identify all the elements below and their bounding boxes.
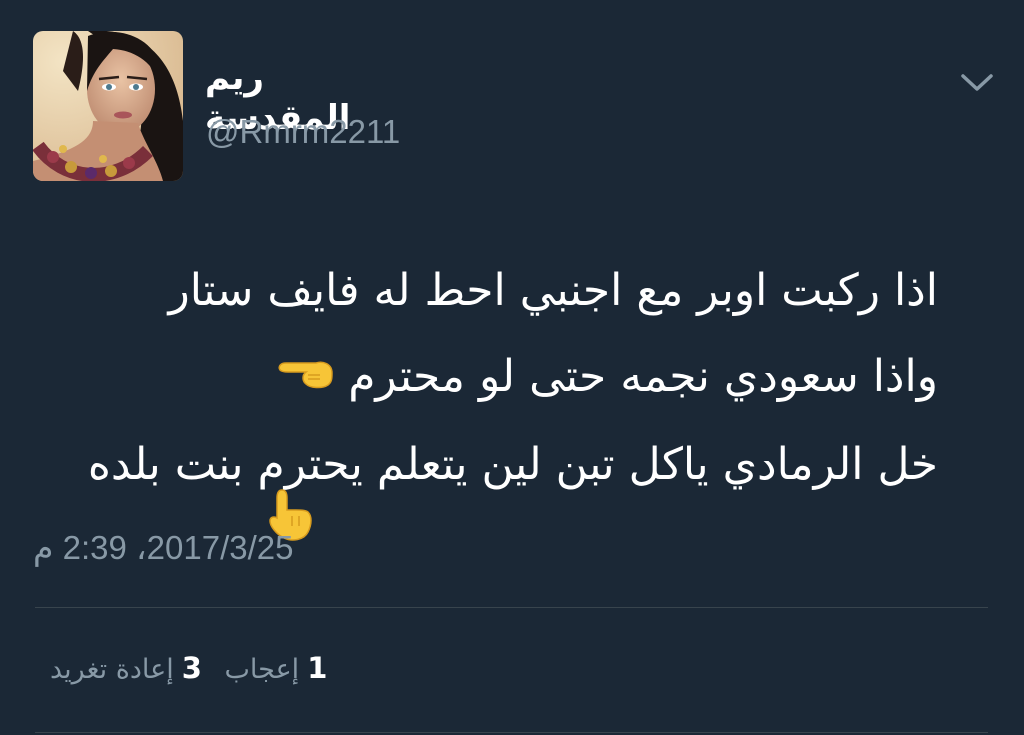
user-handle[interactable]: @Rmrm2211: [206, 112, 400, 152]
tweet-timestamp[interactable]: 2017/3/25، 2:39 م: [33, 528, 293, 568]
divider: [35, 732, 988, 733]
likes-label: إعجاب: [224, 654, 300, 685]
divider: [35, 607, 988, 608]
tweet-stats: 1إعجاب 3إعادة تغريد: [36, 648, 327, 690]
tweet-text-line: واذا سعودي نجمه حتى لو محترم: [348, 351, 938, 402]
tweet-card: ريم المقدسة @Rmrm2211 اذا ركبت اوبر مع ا…: [0, 0, 1024, 735]
retweets-stat[interactable]: 3إعادة تغريد: [50, 648, 202, 690]
pointing-left-hand-icon: [276, 336, 334, 422]
tweet-text-line: اذا ركبت اوبر مع اجنبي احط له فايف ستار: [168, 265, 938, 316]
tweet-text-line: خل الرمادي ياكل تبن لين يتعلم يحترم بنت …: [87, 439, 938, 490]
likes-stat[interactable]: 1إعجاب: [225, 648, 328, 690]
retweets-count: 3: [181, 651, 202, 685]
avatar[interactable]: [33, 31, 183, 181]
likes-count: 1: [307, 651, 328, 685]
retweets-label: إعادة تغريد: [50, 654, 174, 685]
avatar-image: [33, 31, 183, 181]
tweet-text: اذا ركبت اوبر مع اجنبي احط له فايف ستار …: [38, 248, 938, 508]
tweet-text-line-with-emoji: واذا سعودي نجمه حتى لو محترم: [38, 334, 938, 422]
chevron-down-icon[interactable]: [955, 65, 999, 101]
